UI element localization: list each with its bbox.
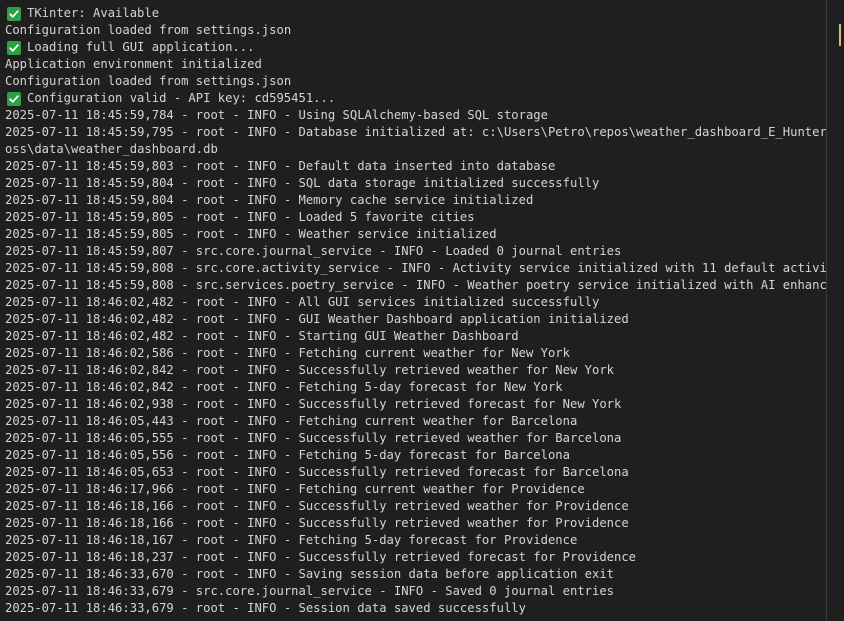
- log-line: 2025-07-11 18:46:05,556 - root - INFO - …: [5, 447, 827, 464]
- log-text: 2025-07-11 18:45:59,805 - root - INFO - …: [5, 227, 497, 241]
- log-text: Configuration loaded from settings.json: [5, 74, 292, 88]
- log-line: 2025-07-11 18:46:02,482 - root - INFO - …: [5, 294, 827, 311]
- log-text: 2025-07-11 18:46:05,443 - root - INFO - …: [5, 414, 578, 428]
- log-text: 2025-07-11 18:45:59,808 - src.services.p…: [5, 278, 844, 292]
- log-text: Loading full GUI application...: [27, 40, 255, 54]
- log-line: 2025-07-11 18:46:18,237 - root - INFO - …: [5, 549, 827, 566]
- log-line: 2025-07-11 18:46:18,167 - root - INFO - …: [5, 532, 827, 549]
- check-icon: [7, 40, 21, 55]
- log-text: 2025-07-11 18:45:59,803 - root - INFO - …: [5, 159, 556, 173]
- log-text: 2025-07-11 18:45:59,807 - src.core.journ…: [5, 244, 622, 258]
- log-line: 2025-07-11 18:46:33,679 - src.core.journ…: [5, 583, 827, 600]
- log-text: 2025-07-11 18:46:05,555 - root - INFO - …: [5, 431, 622, 445]
- log-text: 2025-07-11 18:45:59,804 - root - INFO - …: [5, 193, 534, 207]
- log-text: Configuration loaded from settings.json: [5, 23, 292, 37]
- log-line: 2025-07-11 18:46:05,653 - root - INFO - …: [5, 464, 827, 481]
- log-text: 2025-07-11 18:46:02,586 - root - INFO - …: [5, 346, 570, 360]
- log-line: 2025-07-11 18:45:59,808 - src.services.p…: [5, 277, 844, 294]
- log-line: 2025-07-11 18:45:59,784 - root - INFO - …: [5, 107, 827, 124]
- log-text: 2025-07-11 18:46:33,679 - src.core.journ…: [5, 584, 615, 598]
- log-text: 2025-07-11 18:46:18,166 - root - INFO - …: [5, 499, 629, 513]
- terminal-panel[interactable]: TKinter: Available Configuration loaded f…: [0, 0, 844, 621]
- log-text: 2025-07-11 18:45:59,804 - root - INFO - …: [5, 176, 600, 190]
- log-line: 2025-07-11 18:45:59,808 - src.core.activ…: [5, 260, 844, 277]
- log-line: 2025-07-11 18:46:02,842 - root - INFO - …: [5, 379, 827, 396]
- log-line: oss\data\weather_dashboard.db: [5, 141, 827, 158]
- log-line: 2025-07-11 18:46:17,966 - root - INFO - …: [5, 481, 827, 498]
- log-text: 2025-07-11 18:46:18,166 - root - INFO - …: [5, 516, 629, 530]
- log-text: 2025-07-11 18:46:18,237 - root - INFO - …: [5, 550, 637, 564]
- log-text: 2025-07-11 18:46:05,556 - root - INFO - …: [5, 448, 570, 462]
- log-line: 2025-07-11 18:46:02,938 - root - INFO - …: [5, 396, 827, 413]
- log-line: 2025-07-11 18:45:59,805 - root - INFO - …: [5, 209, 827, 226]
- log-line: Loading full GUI application...: [5, 39, 827, 56]
- log-text: oss\data\weather_dashboard.db: [5, 142, 218, 156]
- log-line: Application environment initialized: [5, 56, 827, 73]
- log-line: 2025-07-11 18:46:02,842 - root - INFO - …: [5, 362, 827, 379]
- log-text: 2025-07-11 18:46:05,653 - root - INFO - …: [5, 465, 629, 479]
- log-line: 2025-07-11 18:45:59,795 - root - INFO - …: [5, 124, 844, 141]
- log-line: 2025-07-11 18:46:02,586 - root - INFO - …: [5, 345, 827, 362]
- log-text: 2025-07-11 18:46:18,167 - root - INFO - …: [5, 533, 578, 547]
- log-text: 2025-07-11 18:46:02,842 - root - INFO - …: [5, 380, 563, 394]
- log-text: 2025-07-11 18:46:02,482 - root - INFO - …: [5, 329, 519, 343]
- log-line: 2025-07-11 18:46:02,482 - root - INFO - …: [5, 311, 827, 328]
- log-text: 2025-07-11 18:46:17,966 - root - INFO - …: [5, 482, 585, 496]
- log-line: 2025-07-11 18:46:18,166 - root - INFO - …: [5, 515, 827, 532]
- log-line: 2025-07-11 18:45:59,804 - root - INFO - …: [5, 175, 827, 192]
- log-line: TKinter: Available: [5, 5, 827, 22]
- log-text: 2025-07-11 18:46:02,482 - root - INFO - …: [5, 312, 629, 326]
- log-text: 2025-07-11 18:46:33,679 - root - INFO - …: [5, 601, 526, 615]
- check-icon: [7, 6, 21, 21]
- scroll-marker[interactable]: [839, 24, 841, 46]
- log-text: 2025-07-11 18:45:59,808 - src.core.activ…: [5, 261, 844, 275]
- log-text: TKinter: Available: [27, 6, 160, 20]
- log-line: 2025-07-11 18:46:05,555 - root - INFO - …: [5, 430, 827, 447]
- log-line: 2025-07-11 18:45:59,803 - root - INFO - …: [5, 158, 827, 175]
- log-text: 2025-07-11 18:46:33,670 - root - INFO - …: [5, 567, 615, 581]
- log-line: 2025-07-11 18:46:33,670 - root - INFO - …: [5, 566, 827, 583]
- log-line: 2025-07-11 18:46:02,482 - root - INFO - …: [5, 328, 827, 345]
- log-line: 2025-07-11 18:46:33,679 - root - INFO - …: [5, 600, 827, 617]
- log-text: 2025-07-11 18:45:59,795 - root - INFO - …: [5, 125, 844, 139]
- log-text: Application environment initialized: [5, 57, 262, 71]
- log-line: 2025-07-11 18:46:05,443 - root - INFO - …: [5, 413, 827, 430]
- log-line: 2025-07-11 18:45:59,804 - root - INFO - …: [5, 192, 827, 209]
- log-text: 2025-07-11 18:46:02,842 - root - INFO - …: [5, 363, 615, 377]
- terminal-output: TKinter: Available Configuration loaded f…: [5, 5, 844, 617]
- vertical-scrollbar[interactable]: [826, 0, 844, 621]
- log-line: 2025-07-11 18:45:59,807 - src.core.journ…: [5, 243, 827, 260]
- log-text: 2025-07-11 18:45:59,784 - root - INFO - …: [5, 108, 548, 122]
- log-line: Configuration loaded from settings.json: [5, 73, 827, 90]
- log-text: 2025-07-11 18:46:02,482 - root - INFO - …: [5, 295, 600, 309]
- log-line: 2025-07-11 18:46:18,166 - root - INFO - …: [5, 498, 827, 515]
- log-line: Configuration valid - API key: cd595451.…: [5, 90, 827, 107]
- log-text: 2025-07-11 18:46:02,938 - root - INFO - …: [5, 397, 622, 411]
- log-line: Configuration loaded from settings.json: [5, 22, 827, 39]
- log-text: 2025-07-11 18:45:59,805 - root - INFO - …: [5, 210, 475, 224]
- log-line: 2025-07-11 18:45:59,805 - root - INFO - …: [5, 226, 827, 243]
- log-text: Configuration valid - API key: cd595451.…: [27, 91, 336, 105]
- check-icon: [7, 91, 21, 106]
